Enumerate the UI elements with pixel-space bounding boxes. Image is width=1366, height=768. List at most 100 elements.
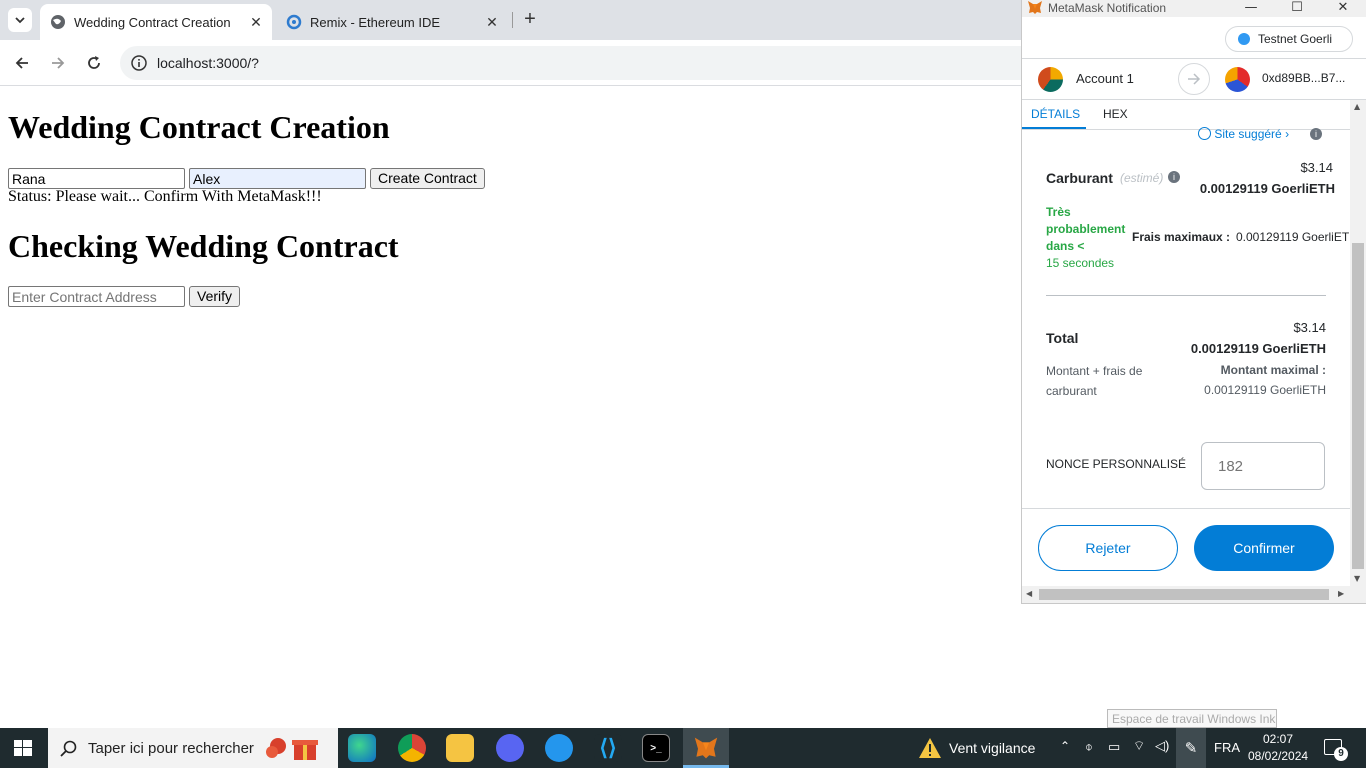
close-tab-icon[interactable]: ✕ bbox=[482, 14, 502, 31]
notification-count: 9 bbox=[1334, 747, 1348, 761]
taskbar-search[interactable]: Taper ici pour rechercher bbox=[48, 728, 338, 768]
amount-fee-line: carburant bbox=[1046, 384, 1097, 398]
reload-button[interactable] bbox=[81, 50, 107, 76]
maximize-icon[interactable]: ☐ bbox=[1287, 0, 1307, 15]
url-text: localhost:3000/? bbox=[157, 55, 259, 71]
speaker-icon[interactable]: ◁) bbox=[1155, 738, 1169, 754]
scroll-right-icon[interactable]: ▶ bbox=[1338, 589, 1344, 598]
total-usd: $3.14 bbox=[1293, 320, 1326, 335]
metamask-taskbar-button[interactable] bbox=[683, 728, 729, 768]
battery-icon[interactable]: ▭ bbox=[1108, 739, 1120, 755]
arrow-right-icon bbox=[1178, 63, 1210, 95]
amount-fee-line: Montant + frais de bbox=[1046, 364, 1143, 378]
create-contract-button[interactable]: Create Contract bbox=[370, 168, 485, 189]
max-amount-value: 0.00129119 GoerliETH bbox=[1204, 383, 1326, 397]
docker-icon[interactable] bbox=[545, 734, 573, 762]
gift-icon bbox=[264, 734, 322, 762]
partner1-input[interactable] bbox=[8, 168, 185, 189]
metamask-titlebar: MetaMask Notification — ☐ ✕ bbox=[1022, 0, 1366, 17]
max-fee-label: Frais maximaux : bbox=[1132, 230, 1231, 244]
info-icon[interactable] bbox=[130, 54, 148, 72]
footer-divider bbox=[1022, 508, 1352, 509]
account-name: Account 1 bbox=[1076, 71, 1134, 86]
gas-estimated-label: (estimé) bbox=[1120, 171, 1164, 185]
info-icon[interactable]: i bbox=[1310, 128, 1322, 140]
windows-taskbar: Taper ici pour rechercher ⟨⟩ >_ Vent vig… bbox=[0, 728, 1366, 768]
file-explorer-icon[interactable] bbox=[446, 734, 474, 762]
tab-title: Remix - Ethereum IDE bbox=[310, 14, 441, 30]
likely-time-line: 15 secondes bbox=[1046, 256, 1115, 270]
terminal-icon[interactable]: >_ bbox=[642, 734, 670, 762]
recipient-avatar bbox=[1225, 67, 1250, 92]
scrollbar-thumb[interactable] bbox=[1039, 589, 1329, 600]
metamask-tabs: DÉTAILS HEX bbox=[1022, 100, 1352, 130]
tab-separator bbox=[512, 12, 513, 28]
metamask-window-title: MetaMask Notification bbox=[1048, 1, 1167, 15]
tab-remix[interactable]: Remix - Ethereum IDE ✕ bbox=[276, 4, 508, 40]
max-amount-label: Montant maximal : bbox=[1220, 363, 1326, 377]
likely-time-text: Très probablement dans < 15 secondes bbox=[1046, 204, 1136, 272]
gas-label: Carburant bbox=[1046, 170, 1113, 186]
pen-icon[interactable]: ✎ bbox=[1176, 728, 1206, 768]
close-tab-icon[interactable]: ✕ bbox=[246, 14, 266, 31]
minimize-icon[interactable]: — bbox=[1241, 0, 1261, 15]
forward-button[interactable] bbox=[45, 50, 71, 76]
horizontal-scrollbar[interactable]: ◀ ▶ bbox=[1022, 586, 1366, 603]
search-placeholder: Taper ici pour rechercher bbox=[88, 740, 254, 757]
close-window-icon[interactable]: ✕ bbox=[1333, 0, 1353, 15]
total-eth: 0.00129119 GoerliETH bbox=[1190, 341, 1326, 356]
chevron-up-icon[interactable]: ⌃ bbox=[1060, 739, 1070, 753]
partner2-input[interactable] bbox=[189, 168, 366, 189]
edge-icon[interactable] bbox=[348, 734, 376, 762]
tab-title: Wedding Contract Creation bbox=[74, 14, 231, 30]
chevron-down-icon bbox=[15, 17, 25, 24]
info-icon[interactable]: i bbox=[1168, 171, 1180, 183]
likely-time-line: Très bbox=[1046, 205, 1071, 219]
gas-eth: 0.00129119 GoerliETH bbox=[1199, 181, 1335, 196]
language-indicator[interactable]: FRA bbox=[1214, 740, 1240, 755]
scrollbar-thumb[interactable] bbox=[1352, 243, 1364, 569]
chevron-right-icon: › bbox=[1285, 127, 1290, 141]
vertical-scrollbar[interactable]: ▲ ▼ bbox=[1350, 100, 1366, 586]
wifi-icon[interactable]: ⌔ bbox=[1133, 738, 1145, 754]
confirm-button[interactable]: Confirmer bbox=[1194, 525, 1334, 571]
new-tab-plus-icon[interactable]: + bbox=[518, 8, 542, 32]
metamask-fox-icon bbox=[694, 737, 718, 759]
tab-search-dropdown[interactable] bbox=[8, 8, 32, 32]
divider bbox=[1046, 295, 1326, 296]
network-dot-icon bbox=[1238, 33, 1250, 45]
contract-address-input[interactable] bbox=[8, 286, 185, 307]
metamask-fox-icon bbox=[1028, 1, 1042, 14]
discord-icon[interactable] bbox=[496, 734, 524, 762]
verify-button[interactable]: Verify bbox=[189, 286, 241, 307]
clock-date[interactable]: 08/02/2024 bbox=[1248, 749, 1308, 763]
windows-start-icon[interactable] bbox=[14, 740, 32, 756]
page-title-create: Wedding Contract Creation bbox=[8, 109, 390, 145]
metamask-window: MetaMask Notification — ☐ ✕ Testnet Goer… bbox=[1021, 0, 1366, 604]
scroll-down-icon[interactable]: ▼ bbox=[1354, 574, 1360, 583]
back-button[interactable] bbox=[9, 50, 35, 76]
total-label: Total bbox=[1046, 330, 1079, 346]
weather-text[interactable]: Vent vigilance bbox=[949, 740, 1035, 756]
tab-details[interactable]: DÉTAILS bbox=[1031, 107, 1080, 121]
address-bar[interactable]: localhost:3000/? bbox=[120, 46, 1120, 80]
page-title-check: Checking Wedding Contract bbox=[8, 228, 399, 264]
account-avatar bbox=[1038, 67, 1063, 92]
tab-wedding-contract[interactable]: Wedding Contract Creation ✕ bbox=[40, 4, 272, 40]
globe-icon bbox=[1198, 127, 1211, 140]
arrow-left-icon bbox=[15, 57, 28, 69]
vscode-icon[interactable]: ⟨⟩ bbox=[594, 734, 622, 762]
clock-time[interactable]: 02:07 bbox=[1248, 732, 1308, 746]
recipient-address[interactable]: 0xd89BB...B7... bbox=[1262, 71, 1345, 85]
remix-icon bbox=[286, 14, 302, 30]
reject-button[interactable]: Rejeter bbox=[1038, 525, 1178, 571]
network-selector[interactable]: Testnet Goerli bbox=[1225, 26, 1353, 52]
tab-underline bbox=[1022, 127, 1086, 129]
tab-hex[interactable]: HEX bbox=[1103, 107, 1128, 121]
chrome-icon[interactable] bbox=[398, 734, 426, 762]
nonce-input[interactable] bbox=[1201, 442, 1325, 490]
device-icon[interactable]: ⌽ bbox=[1085, 739, 1093, 755]
scroll-up-icon[interactable]: ▲ bbox=[1354, 102, 1360, 111]
site-suggested-link[interactable]: Site suggéré › bbox=[1198, 127, 1289, 141]
scroll-left-icon[interactable]: ◀ bbox=[1026, 589, 1032, 598]
